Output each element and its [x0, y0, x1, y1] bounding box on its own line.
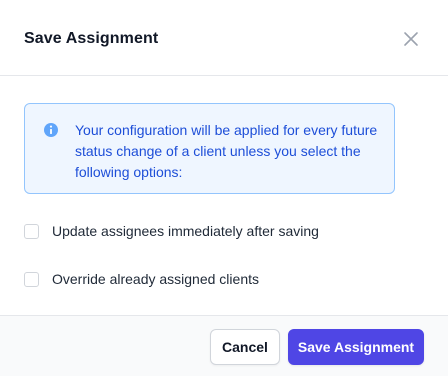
save-assignment-button[interactable]: Save Assignment [288, 329, 424, 365]
option-label: Update assignees immediately after savin… [52, 223, 319, 239]
option-override-assigned[interactable]: Override already assigned clients [24, 269, 259, 289]
info-icon [44, 123, 58, 137]
close-icon [404, 32, 418, 46]
dialog-body: Your configuration will be applied for e… [0, 77, 448, 315]
close-button[interactable] [399, 27, 423, 51]
save-assignment-dialog: Save Assignment Your configuration will … [0, 0, 448, 376]
dialog-footer: Cancel Save Assignment [0, 315, 448, 376]
cancel-button[interactable]: Cancel [210, 329, 280, 365]
info-message: Your configuration will be applied for e… [75, 122, 378, 180]
dialog-header: Save Assignment [0, 0, 448, 76]
info-alert: Your configuration will be applied for e… [24, 103, 395, 194]
dialog-title: Save Assignment [24, 30, 159, 47]
update-assignees-checkbox[interactable] [24, 223, 39, 239]
override-assigned-checkbox[interactable] [24, 271, 39, 287]
option-update-assignees[interactable]: Update assignees immediately after savin… [24, 221, 319, 241]
option-label: Override already assigned clients [52, 271, 259, 287]
